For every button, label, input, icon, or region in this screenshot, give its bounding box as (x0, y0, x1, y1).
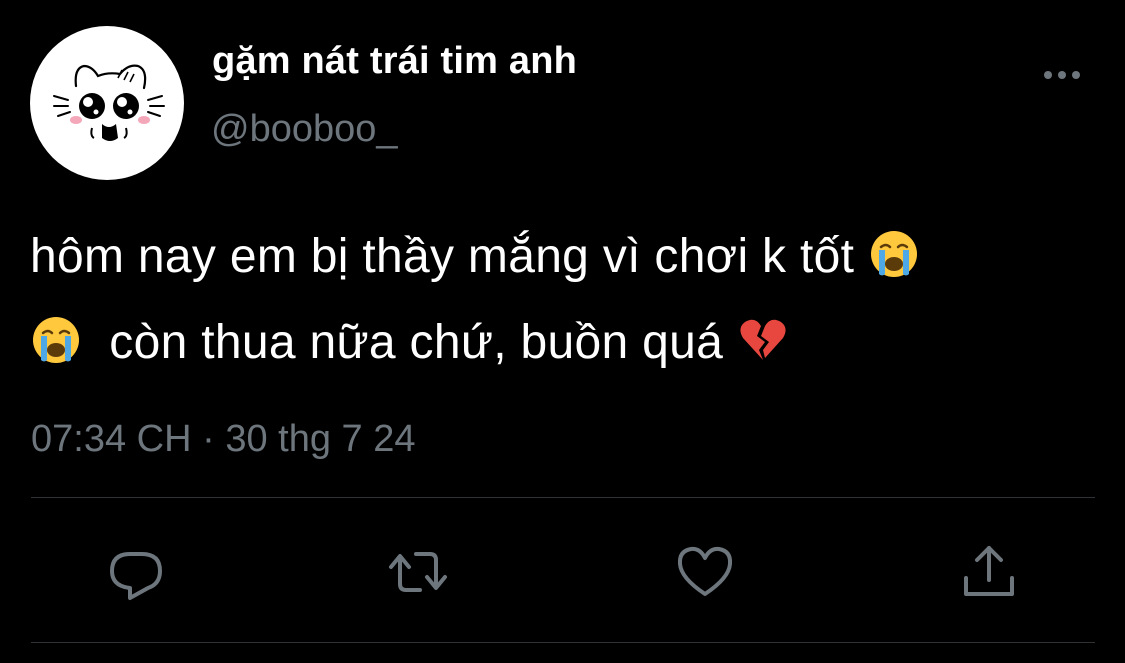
tweet-timestamp: 07:34 CH · 30 thg 7 24 (31, 418, 416, 461)
tweet-text-segment: còn thua nữa chứ, buồn quá (109, 316, 724, 369)
avatar[interactable] (30, 26, 184, 180)
tweet-text-line: hôm nay em bị thầy mắng vì chơi k tốt (30, 214, 1090, 300)
like-button[interactable] (673, 540, 737, 604)
heart-icon (677, 546, 733, 596)
upload-arrow-icon (964, 546, 1014, 596)
divider (31, 497, 1095, 498)
more-options-button[interactable] (1036, 60, 1090, 90)
display-name[interactable]: gặm nát trái tim anh (212, 40, 577, 83)
share-button[interactable] (957, 540, 1021, 604)
speech-bubble-icon (110, 552, 162, 600)
tweet-time[interactable]: 07:34 CH (31, 418, 192, 460)
retweet-button[interactable] (386, 540, 450, 604)
retweet-arrows-icon (389, 552, 447, 592)
cat-avatar-icon (53, 64, 165, 141)
divider (31, 642, 1095, 643)
broken-heart-emoji-icon (740, 319, 786, 360)
tweet-text: hôm nay em bị thầy mắng vì chơi k tốt cò… (30, 214, 1090, 386)
reply-button[interactable] (104, 540, 168, 604)
tweet-date[interactable]: 30 thg 7 24 (225, 418, 415, 460)
crying-face-emoji-icon (33, 317, 79, 363)
user-handle[interactable]: @booboo_ (211, 108, 398, 151)
separator-dot: · (202, 418, 215, 460)
more-dots-icon (1044, 71, 1080, 79)
tweet-text-line: còn thua nữa chứ, buồn quá (30, 300, 1090, 386)
tweet-text-segment: hôm nay em bị thầy mắng vì chơi k tốt (30, 230, 855, 283)
tweet-detail: gặm nát trái tim anh @booboo_ hôm nay em… (0, 0, 1125, 663)
crying-face-emoji-icon (870, 231, 917, 277)
